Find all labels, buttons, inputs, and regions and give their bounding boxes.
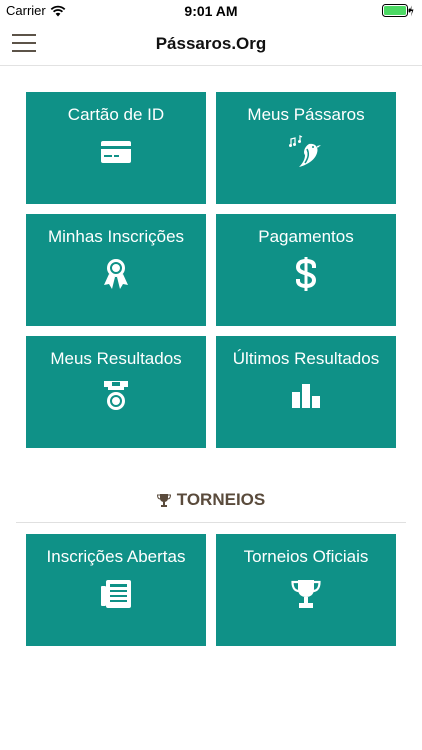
tile-label: Meus Pássaros bbox=[247, 105, 365, 124]
dollar-icon bbox=[216, 257, 396, 291]
bird-icon bbox=[216, 135, 396, 168]
tile-label: Minhas Inscrições bbox=[47, 227, 185, 246]
tile-label: Torneios Oficiais bbox=[243, 547, 369, 566]
torneios-heading-label: TORNEIOS bbox=[176, 490, 266, 509]
tile-my-birds[interactable]: Meus Pássaros bbox=[216, 92, 396, 204]
torneios-heading: TORNEIOS bbox=[0, 490, 422, 510]
tile-latest-results[interactable]: Últimos Resultados bbox=[216, 336, 396, 448]
tile-id-card[interactable]: Cartão de ID bbox=[26, 92, 206, 204]
tile-label: Pagamentos bbox=[258, 227, 354, 246]
status-time: 9:01 AM bbox=[184, 3, 238, 19]
tile-my-registrations[interactable]: Minhas Inscrições bbox=[26, 214, 206, 326]
medal-icon bbox=[26, 380, 206, 412]
status-bar: Carrier 9:01 AM bbox=[0, 0, 422, 22]
id-card-icon bbox=[26, 136, 206, 168]
trophy-icon bbox=[156, 494, 171, 507]
trophy-icon bbox=[216, 578, 396, 610]
tile-payments[interactable]: Pagamentos bbox=[216, 214, 396, 326]
newspaper-icon bbox=[26, 578, 206, 610]
battery-icon bbox=[382, 4, 414, 18]
ribbon-award-icon bbox=[26, 258, 206, 290]
tile-open-registrations[interactable]: Inscrições Abertas bbox=[26, 534, 206, 646]
tile-label: Meus Resultados bbox=[50, 349, 182, 368]
section-divider bbox=[16, 522, 406, 523]
tile-label: Últimos Resultados bbox=[232, 349, 380, 368]
navigation-bar: Pássaros.Org bbox=[0, 22, 422, 66]
tile-official-tournaments[interactable]: Torneios Oficiais bbox=[216, 534, 396, 646]
podium-icon bbox=[216, 380, 396, 412]
tile-label: Cartão de ID bbox=[67, 105, 165, 124]
page-title: Pássaros.Org bbox=[155, 34, 267, 53]
tile-label: Inscrições Abertas bbox=[46, 547, 186, 566]
tile-my-results[interactable]: Meus Resultados bbox=[26, 336, 206, 448]
